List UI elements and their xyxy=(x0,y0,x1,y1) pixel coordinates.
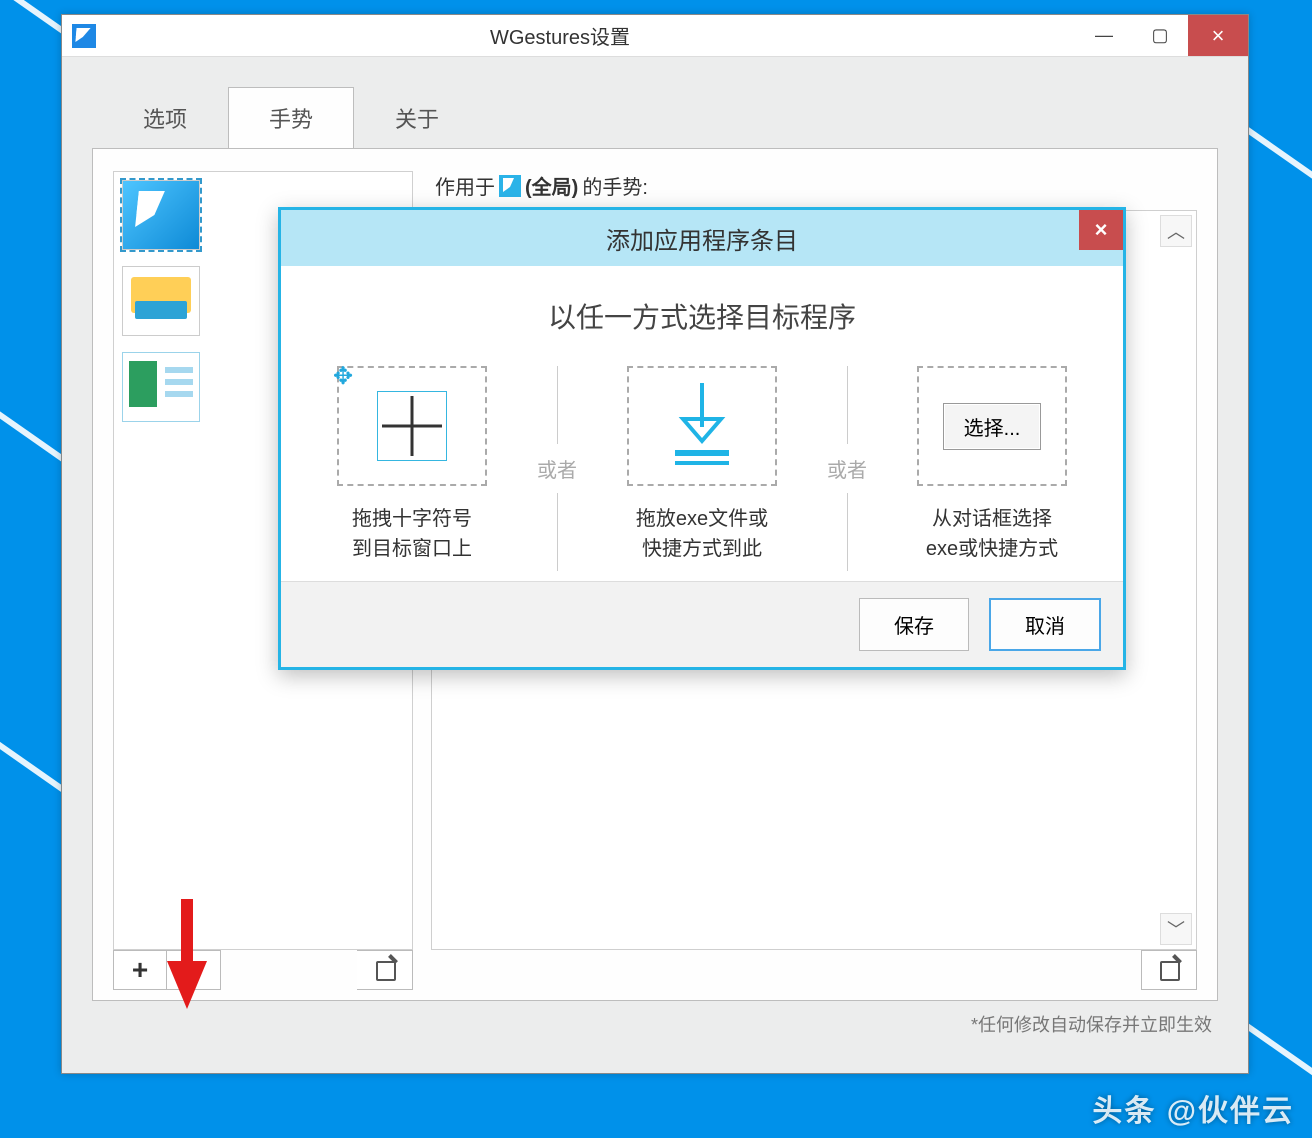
edit-gesture-button[interactable] xyxy=(1141,950,1197,990)
drop-file-target[interactable] xyxy=(627,366,777,486)
choice-drop-exe: 拖放exe文件或 快捷方式到此 xyxy=(599,366,805,571)
watermark: 头条 @伙伴云 xyxy=(1092,1086,1294,1130)
choice-browse: 选择... 从对话框选择 exe或快捷方式 xyxy=(889,366,1095,571)
context-label: 作用于 (全局) 的手势: xyxy=(431,171,1197,210)
app-icon xyxy=(72,24,96,48)
tab-gestures[interactable]: 手势 xyxy=(228,87,354,149)
titlebar[interactable]: WGestures设置 — ▢ × xyxy=(62,15,1248,57)
choice-drag-cross: 拖拽十字符号 到目标窗口上 xyxy=(309,366,515,571)
save-button[interactable]: 保存 xyxy=(859,598,969,651)
tab-about[interactable]: 关于 xyxy=(354,87,480,149)
pencil-icon xyxy=(374,959,396,981)
move-icon xyxy=(333,362,357,386)
autosave-note: *任何修改自动保存并立即生效 xyxy=(92,1001,1218,1059)
tab-options[interactable]: 选项 xyxy=(102,87,228,149)
scroll-up-button[interactable]: ︿ xyxy=(1160,215,1192,247)
browse-button[interactable]: 选择... xyxy=(943,403,1042,450)
crosshair-icon[interactable] xyxy=(377,391,447,461)
cancel-button[interactable]: 取消 xyxy=(989,598,1101,651)
dialog-title: 添加应用程序条目 xyxy=(606,221,798,256)
maximize-button[interactable]: ▢ xyxy=(1132,15,1188,56)
or-separator: 或者 xyxy=(827,366,867,571)
dialog-close-button[interactable]: × xyxy=(1079,210,1123,250)
folder-icon xyxy=(122,266,200,336)
edit-app-button[interactable] xyxy=(357,950,413,990)
remove-app-button[interactable]: − xyxy=(167,950,221,990)
or-separator: 或者 xyxy=(537,366,577,571)
minimize-button[interactable]: — xyxy=(1076,15,1132,56)
window-title: WGestures设置 xyxy=(44,21,1076,50)
browse-area: 选择... xyxy=(917,366,1067,486)
cursor-icon xyxy=(122,180,200,250)
close-button[interactable]: × xyxy=(1188,15,1248,56)
drag-cross-target[interactable] xyxy=(337,366,487,486)
dialog-subtitle: 以任一方式选择目标程序 xyxy=(309,296,1095,336)
scroll-down-button[interactable]: ﹀ xyxy=(1160,913,1192,945)
cursor-small-icon xyxy=(499,175,521,197)
download-icon xyxy=(663,381,741,471)
window-icon xyxy=(122,352,200,422)
add-app-button[interactable]: + xyxy=(113,950,167,990)
add-app-dialog: 添加应用程序条目 × 以任一方式选择目标程序 拖拽十字符号 到目标窗口上 或者 xyxy=(278,207,1126,670)
pencil-icon xyxy=(1158,959,1180,981)
